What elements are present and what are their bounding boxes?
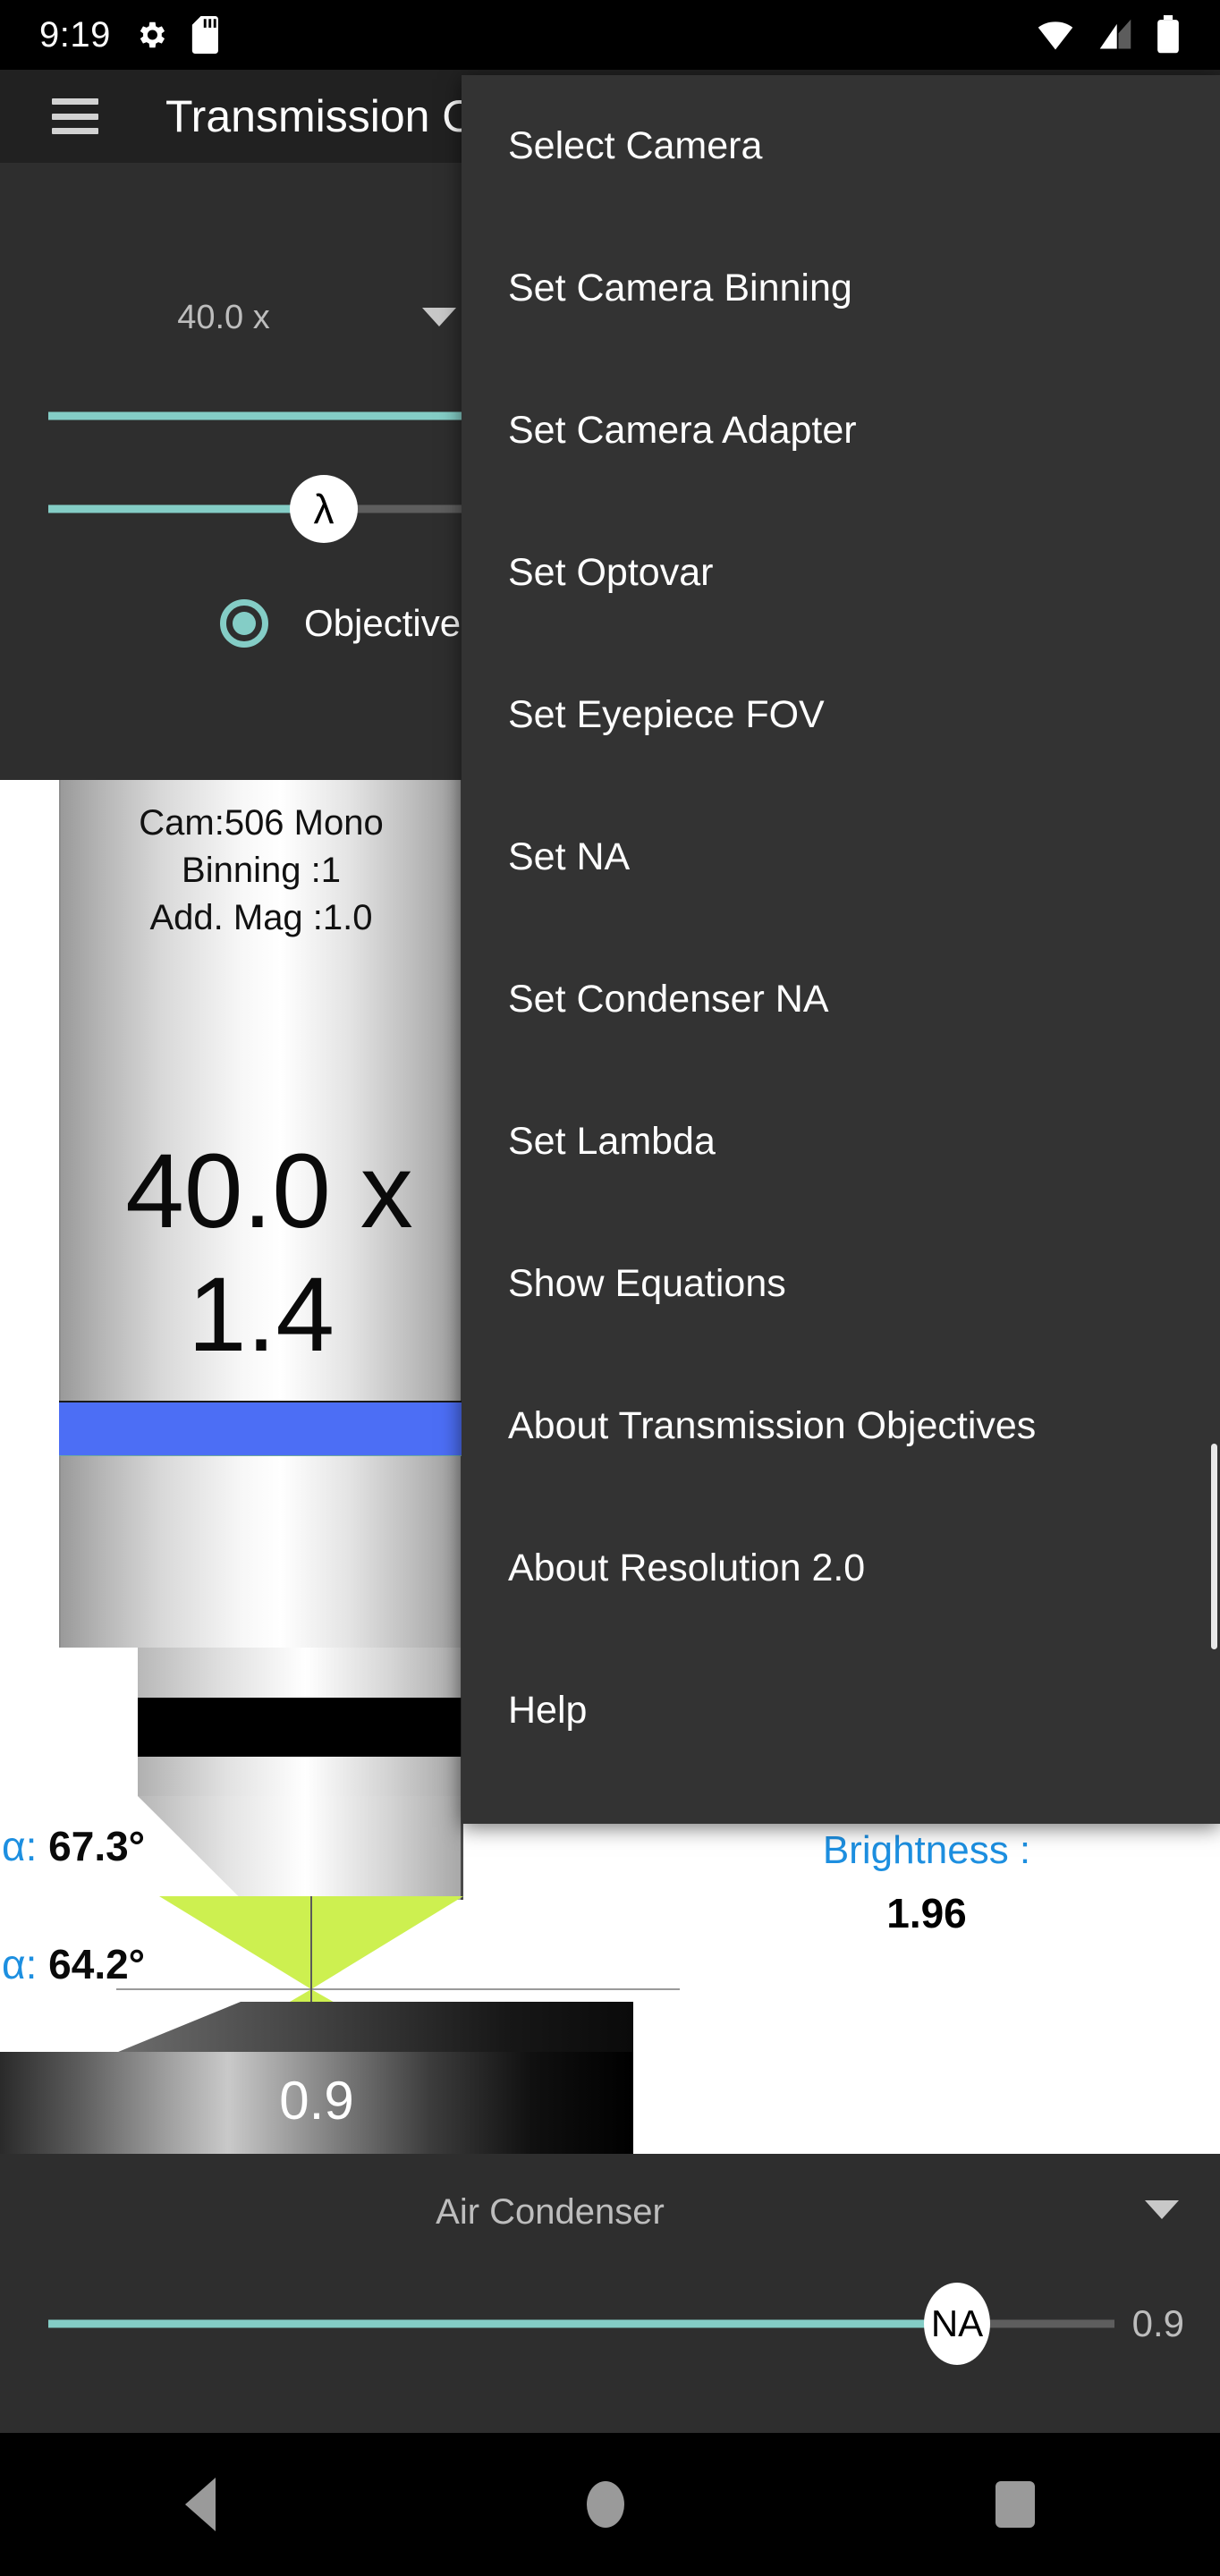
condenser-name: Air Condenser <box>436 2192 665 2232</box>
overflow-menu: Select Camera Set Camera Binning Set Cam… <box>462 75 1220 1824</box>
objective-lower-ring <box>138 1757 463 1796</box>
chevron-down-icon[interactable] <box>422 308 456 326</box>
magnification-value: 40.0 x <box>177 299 270 336</box>
status-bar-left: 9:19 <box>39 15 222 55</box>
menu-item-set-camera-adapter[interactable]: Set Camera Adapter <box>462 360 1220 502</box>
status-bar: 9:19 <box>0 0 1220 70</box>
slider-fill <box>48 2319 950 2328</box>
cellular-signal-icon <box>1099 19 1131 49</box>
objective-shoulder <box>138 1648 463 1698</box>
lambda-slider-thumb[interactable]: λ <box>290 475 358 543</box>
menu-scrollbar[interactable] <box>1211 1444 1217 1649</box>
wifi-icon <box>1038 21 1073 50</box>
brightness-label: Brightness : <box>822 1828 1031 1872</box>
menu-item-help[interactable]: Help <box>462 1640 1220 1782</box>
status-clock: 9:19 <box>39 14 111 55</box>
brightness-value: 1.96 <box>886 1890 967 1936</box>
camera-addmag-line: Add. Mag :1.0 <box>149 897 373 937</box>
sd-card-icon <box>191 16 218 54</box>
app-root: 9:19 Transmission Objectives 40.0 x λ Ob… <box>0 0 1220 2576</box>
na-slider-thumb[interactable]: NA <box>924 2283 990 2365</box>
menu-item-set-lambda[interactable]: Set Lambda <box>462 1071 1220 1213</box>
menu-item-about-resolution[interactable]: About Resolution 2.0 <box>462 1497 1220 1640</box>
menu-item-show-equations[interactable]: Show Equations <box>462 1213 1220 1355</box>
condenser-na-value: 0.9 <box>279 2071 354 2131</box>
alpha-symbol: α: <box>2 1823 49 1869</box>
hamburger-menu-icon[interactable] <box>52 98 98 134</box>
menu-item-set-camera-binning[interactable]: Set Camera Binning <box>462 217 1220 360</box>
android-nav-bar <box>0 2433 1220 2576</box>
menu-item-set-condenser-na[interactable]: Set Condenser NA <box>462 928 1220 1071</box>
camera-info-text: Cam:506 Mono Binning :1 Add. Mag :1.0 <box>59 800 463 941</box>
status-bar-right <box>1036 15 1181 55</box>
condenser-na-readout: 0.9 <box>1131 2302 1184 2344</box>
menu-item-set-optovar[interactable]: Set Optovar <box>462 502 1220 644</box>
menu-item-set-na[interactable]: Set NA <box>462 786 1220 928</box>
recents-square-icon[interactable] <box>995 2481 1035 2528</box>
battery-icon <box>1157 15 1179 54</box>
condenser-dropdown[interactable]: Air Condenser <box>0 2163 1220 2261</box>
menu-item-select-camera[interactable]: Select Camera <box>462 75 1220 217</box>
objective-color-band <box>59 1401 463 1456</box>
chevron-down-icon[interactable] <box>1145 2200 1179 2219</box>
objective-radio-label: Objective <box>304 602 462 644</box>
objective-na-label: 1.4 <box>187 1256 335 1374</box>
camera-name-line: Cam:506 Mono <box>139 803 384 843</box>
condenser-na-slider[interactable]: NA 0.9 <box>0 2279 1220 2368</box>
condenser-controls-panel: Air Condenser NA 0.9 <box>0 2154 1220 2433</box>
objective-black-ring <box>138 1698 463 1757</box>
alpha-condenser-label: α: 64.2° <box>2 1940 145 1988</box>
objective-magnification-label: 40.0 x <box>125 1132 413 1250</box>
objective-front-cone <box>138 1796 463 1900</box>
alpha-objective-value: 67.3° <box>48 1823 146 1869</box>
menu-item-set-eyepiece-fov[interactable]: Set Eyepiece FOV <box>462 644 1220 786</box>
gear-icon <box>140 21 165 48</box>
alpha-condenser-value: 64.2° <box>48 1941 146 1987</box>
alpha-symbol: α: <box>2 1941 49 1987</box>
magnification-dropdown[interactable]: 40.0 x <box>36 279 465 356</box>
menu-item-about-transmission-objectives[interactable]: About Transmission Objectives <box>462 1355 1220 1497</box>
home-circle-icon[interactable] <box>586 2481 624 2528</box>
brightness-readout: Brightness : 1.96 <box>633 1828 1220 1937</box>
alpha-objective-label: α: 67.3° <box>2 1822 145 1870</box>
back-triangle-icon[interactable] <box>185 2478 216 2531</box>
slider-fill <box>48 504 317 513</box>
camera-binning-line: Binning :1 <box>182 850 341 890</box>
objective-radio-button[interactable] <box>220 599 268 648</box>
